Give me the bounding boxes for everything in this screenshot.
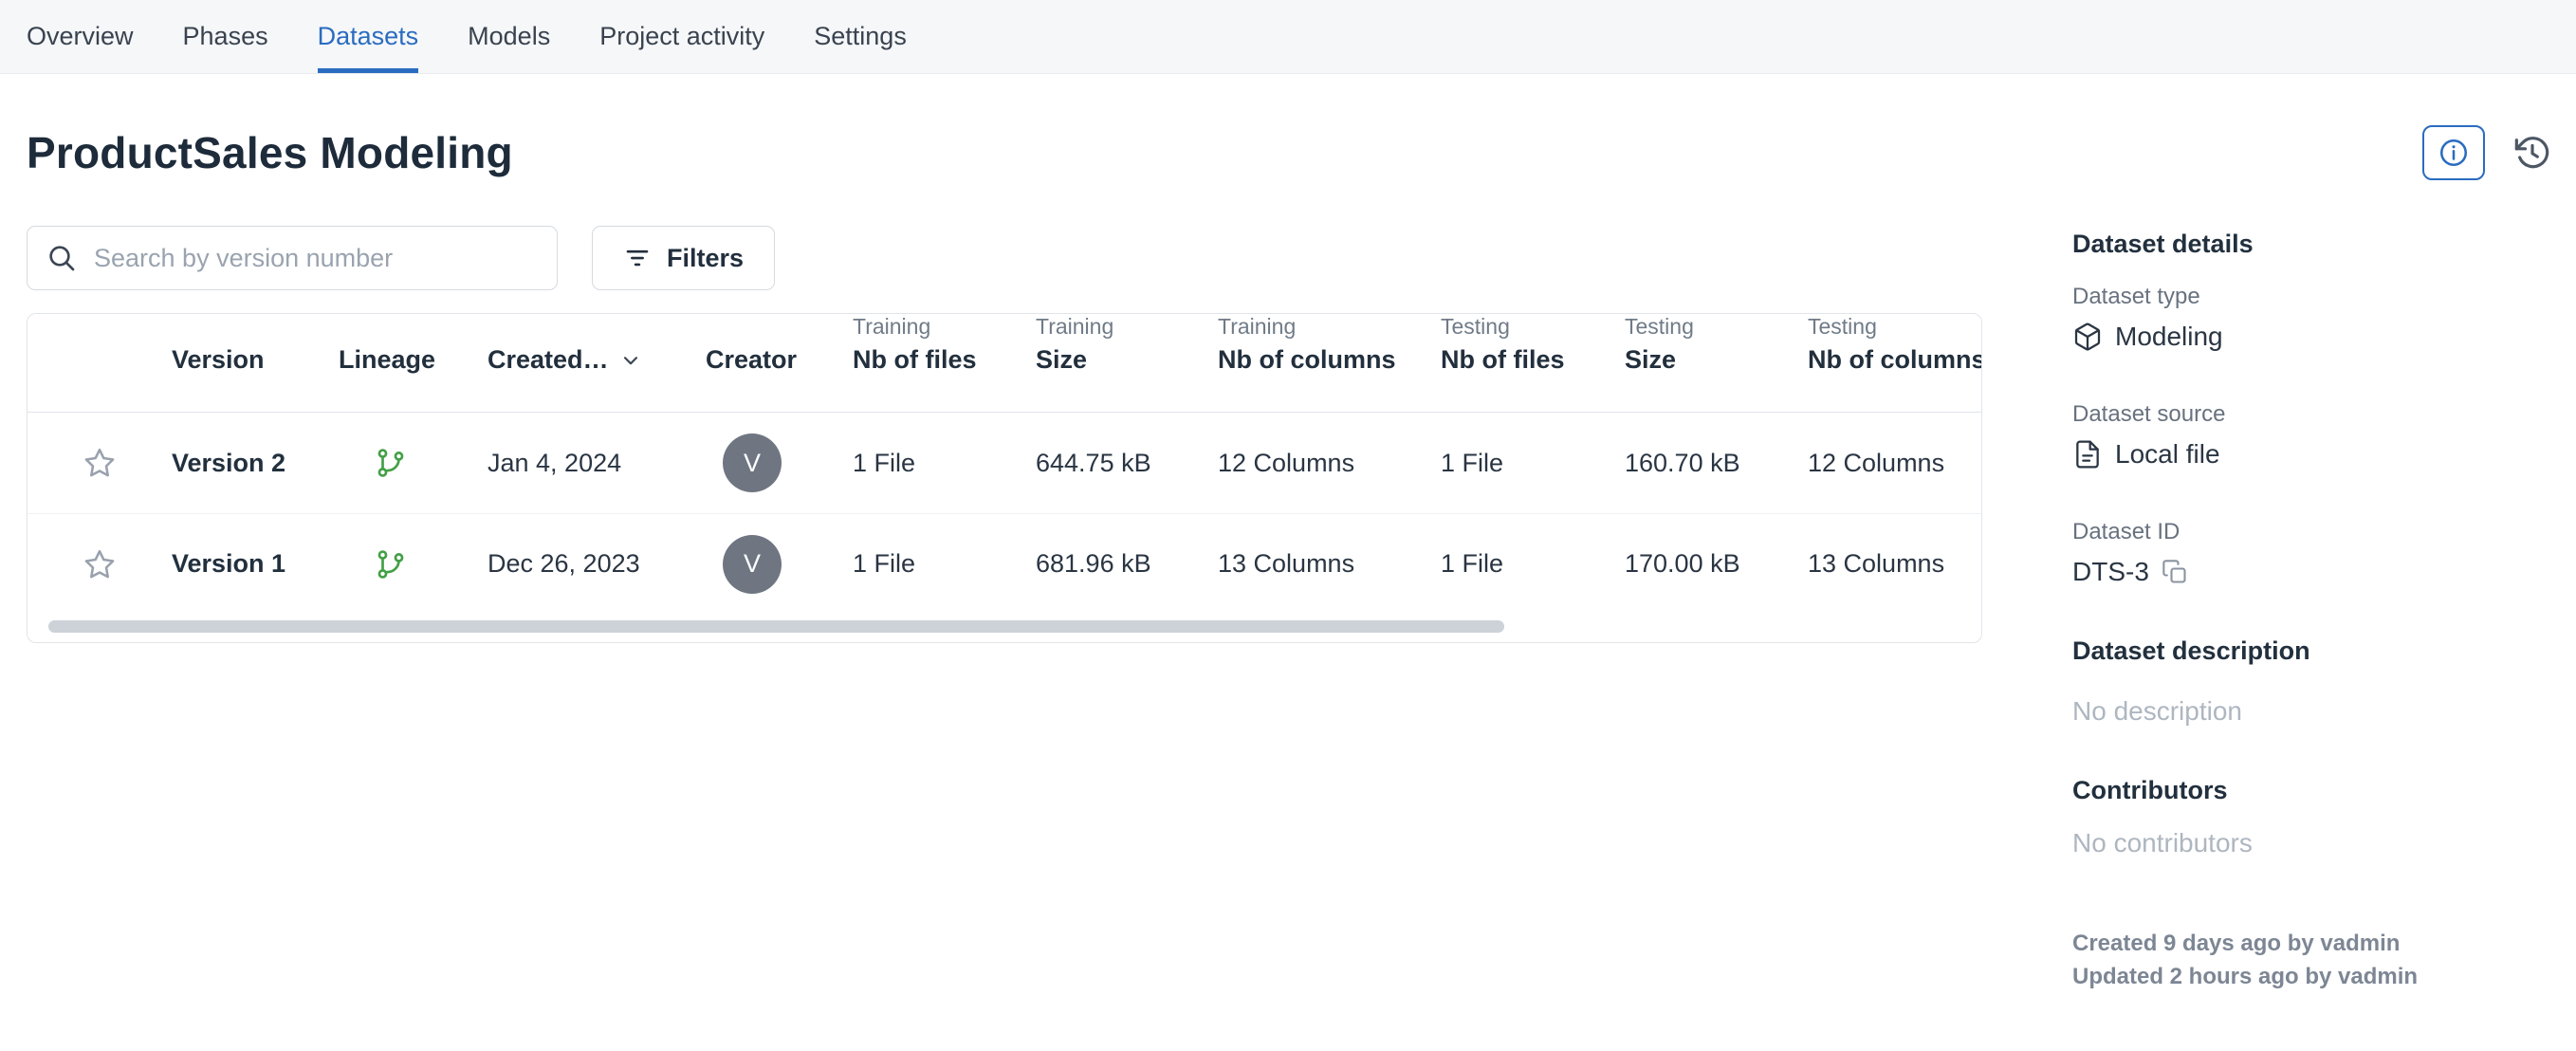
dataset-id-value: DTS-3 (2072, 557, 2551, 587)
testing-files: 1 File (1441, 449, 1625, 478)
description-value: No description (2072, 696, 2551, 727)
header-testing-size[interactable]: Testing Size (1625, 314, 1808, 394)
header-training-columns[interactable]: Training Nb of columns (1218, 314, 1441, 394)
dataset-id-label: Dataset ID (2072, 519, 2551, 545)
training-columns: 12 Columns (1218, 449, 1441, 478)
testing-columns: 13 Columns (1808, 549, 1981, 579)
training-files: 1 File (853, 549, 1036, 579)
toolbar: Filters (27, 226, 1982, 290)
table-row[interactable]: Version 2 Jan 4, 2024 V (28, 413, 1981, 513)
dataset-details-panel: Dataset details Dataset type Modeling Da… (2072, 226, 2551, 993)
copy-icon[interactable] (2162, 559, 2188, 585)
header-testing-files[interactable]: Testing Nb of files (1441, 314, 1625, 394)
info-button[interactable] (2422, 125, 2485, 180)
file-icon (2072, 439, 2103, 470)
created-date: Jan 4, 2024 (488, 449, 706, 478)
version-link[interactable]: Version 1 (172, 549, 339, 579)
header-favorite (28, 375, 172, 394)
top-nav: Overview Phases Datasets Models Project … (0, 0, 2576, 74)
audit-info: Created 9 days ago by vadmin Updated 2 h… (2072, 927, 2551, 993)
header-testing-columns[interactable]: Testing Nb of columns (1808, 314, 1982, 394)
tab-models[interactable]: Models (468, 0, 550, 73)
history-icon (2513, 134, 2551, 172)
favorite-star-icon[interactable] (28, 547, 172, 581)
info-icon (2438, 137, 2470, 169)
page-title: ProductSales Modeling (27, 127, 513, 178)
description-title: Dataset description (2072, 636, 2551, 666)
testing-columns: 12 Columns (1808, 449, 1981, 478)
updated-by-line: Updated 2 hours ago by vadmin (2072, 960, 2551, 993)
header-creator[interactable]: Creator (706, 314, 853, 394)
filter-icon (623, 244, 652, 272)
history-button[interactable] (2513, 134, 2551, 172)
versions-table: Version Lineage Created… (27, 313, 1982, 643)
dataset-source-value: Local file (2072, 439, 2551, 470)
header-lineage[interactable]: Lineage (339, 314, 488, 394)
tab-phases[interactable]: Phases (183, 0, 268, 73)
search-box[interactable] (27, 226, 558, 290)
training-size: 644.75 kB (1036, 449, 1218, 478)
tab-project-activity[interactable]: Project activity (599, 0, 764, 73)
lineage-icon[interactable] (339, 447, 488, 479)
sort-chevron-down-icon[interactable] (618, 348, 643, 373)
created-by-line: Created 9 days ago by vadmin (2072, 927, 2551, 960)
training-columns: 13 Columns (1218, 549, 1441, 579)
dataset-type-icon (2072, 322, 2103, 352)
filters-label: Filters (667, 244, 744, 273)
details-title: Dataset details (2072, 230, 2551, 259)
contributors-value: No contributors (2072, 828, 2551, 858)
filters-button[interactable]: Filters (592, 226, 775, 290)
creator-avatar: V (706, 535, 853, 594)
search-icon (46, 243, 77, 273)
dataset-type-value: Modeling (2072, 322, 2551, 352)
header-created[interactable]: Created… (488, 314, 706, 394)
page-header: ProductSales Modeling (27, 125, 2551, 180)
table-row[interactable]: Version 1 Dec 26, 2023 V (28, 513, 1981, 614)
tab-datasets[interactable]: Datasets (318, 0, 419, 73)
creator-avatar: V (706, 433, 853, 492)
testing-files: 1 File (1441, 549, 1625, 579)
testing-size: 160.70 kB (1625, 449, 1808, 478)
favorite-star-icon[interactable] (28, 446, 172, 480)
search-input[interactable] (92, 243, 538, 274)
header-version[interactable]: Version (172, 314, 339, 394)
table-header-row: Version Lineage Created… (28, 314, 1981, 413)
training-size: 681.96 kB (1036, 549, 1218, 579)
tab-settings[interactable]: Settings (814, 0, 907, 73)
testing-size: 170.00 kB (1625, 549, 1808, 579)
contributors-title: Contributors (2072, 776, 2551, 805)
training-files: 1 File (853, 449, 1036, 478)
tab-overview[interactable]: Overview (27, 0, 134, 73)
version-link[interactable]: Version 2 (172, 449, 339, 478)
dataset-source-label: Dataset source (2072, 401, 2551, 428)
created-date: Dec 26, 2023 (488, 549, 706, 579)
lineage-icon[interactable] (339, 548, 488, 581)
horizontal-scrollbar[interactable] (48, 620, 1504, 633)
header-spacer (28, 394, 172, 413)
dataset-type-label: Dataset type (2072, 284, 2551, 310)
header-training-files[interactable]: Training Nb of files (853, 314, 1036, 394)
header-training-size[interactable]: Training Size (1036, 314, 1218, 394)
table-scroll-area (28, 614, 1981, 642)
